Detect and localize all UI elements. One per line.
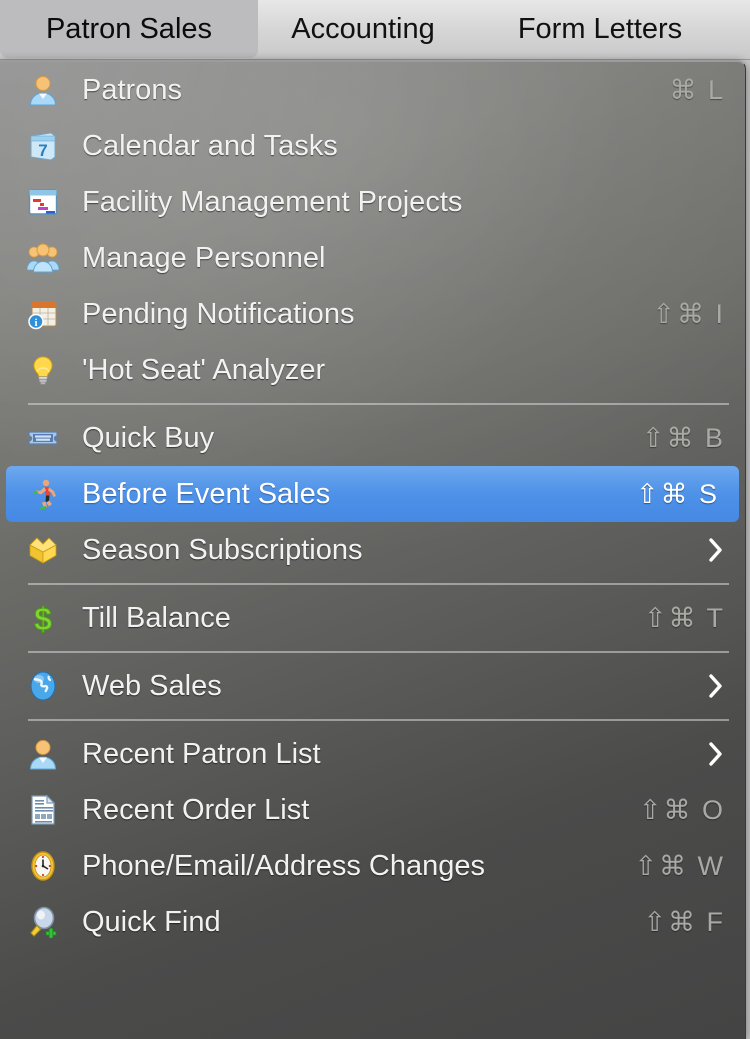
menu-item-list: Patrons ⌘ L 7 Calendar and Tasks Facility… [0,62,745,950]
menu-item-label: Phone/Email/Address Changes [82,849,486,882]
patron-sales-dropdown-menu: Patrons ⌘ L 7 Calendar and Tasks Facility… [0,60,746,1039]
menu-item-shortcut: ⇧⌘ B [641,422,725,453]
menu-separator [0,578,745,590]
menu-item-label: Pending Notifications [82,297,355,330]
menu-item-label: Before Event Sales [82,477,331,510]
menu-item-quick-find[interactable]: Quick Find ⇧⌘ F [0,894,745,950]
menu-item-label: Web Sales [82,669,222,702]
chevron-right-icon [707,671,725,701]
lightbulb-icon [26,353,60,387]
menu-item-recent-patron-list[interactable]: Recent Patron List [0,726,745,782]
clock-icon [26,849,60,883]
svg-text:$: $ [34,602,52,634]
person-icon [26,73,60,107]
menu-item-season-subscriptions[interactable]: Season Subscriptions [0,522,745,578]
menu-item-label: Manage Personnel [82,241,326,274]
chevron-right-icon [707,739,725,769]
menu-item-label: Recent Order List [82,793,310,826]
menu-item-shortcut: ⌘ L [669,74,725,105]
menu-item-facility-management-projects[interactable]: Facility Management Projects [0,174,745,230]
gantt-chart-icon [26,185,60,219]
chevron-right-icon [707,535,725,565]
menu-item-before-event-sales[interactable]: Before Event Sales ⇧⌘ S [6,466,739,522]
menu-item-hot-seat-analyzer[interactable]: 'Hot Seat' Analyzer [0,342,745,398]
menubar-item-label: Accounting [291,12,435,45]
menu-separator [0,714,745,726]
menu-separator [0,398,745,410]
menu-item-shortcut: ⇧⌘ O [638,794,725,825]
menu-item-manage-personnel[interactable]: Manage Personnel [0,230,745,286]
menu-item-patrons[interactable]: Patrons ⌘ L [0,62,745,118]
people-group-icon [26,241,60,275]
calendar-info-icon: i [26,297,60,331]
menu-item-label: 'Hot Seat' Analyzer [82,353,326,386]
menu-item-shortcut: ⇧⌘ W [634,850,725,881]
calendar-icon: 7 [26,129,60,163]
magnifier-plus-icon [26,905,60,939]
person-icon [26,737,60,771]
menubar-item-label: Form Letters [517,12,683,45]
menubar-item-accounting[interactable]: Accounting [268,0,458,58]
menu-item-label: Recent Patron List [82,737,321,770]
menu-item-label: Till Balance [82,601,231,634]
document-icon [26,793,60,827]
menu-item-label: Patrons [82,73,182,106]
menu-item-web-sales[interactable]: Web Sales [0,658,745,714]
menu-item-shortcut: ⇧⌘ F [643,906,725,937]
menu-item-label: Quick Buy [82,421,215,454]
menu-item-pending-notifications[interactable]: i Pending Notifications ⇧⌘ I [0,286,745,342]
ticket-icon [26,421,60,455]
menu-item-phone-email-address-changes[interactable]: Phone/Email/Address Changes ⇧⌘ W [0,838,745,894]
dollar-sign-icon: $ [26,601,60,635]
menu-item-shortcut: ⇧⌘ T [643,602,725,633]
svg-text:7: 7 [38,141,47,160]
menu-bar: Patron Sales Accounting Form Letters [0,0,750,60]
menu-item-calendar-and-tasks[interactable]: 7 Calendar and Tasks [0,118,745,174]
menu-item-recent-order-list[interactable]: Recent Order List ⇧⌘ O [0,782,745,838]
menu-item-label: Quick Find [82,905,221,938]
menubar-item-patron-sales[interactable]: Patron Sales [0,0,258,58]
menu-item-label: Season Subscriptions [82,533,363,566]
menubar-item-form-letters[interactable]: Form Letters [490,0,710,58]
menu-item-till-balance[interactable]: $ Till Balance ⇧⌘ T [0,590,745,646]
menu-item-quick-buy[interactable]: Quick Buy ⇧⌘ B [0,410,745,466]
svg-text:i: i [34,317,37,329]
menu-item-label: Calendar and Tasks [82,129,338,162]
gold-box-icon [26,533,60,567]
menubar-item-label: Patron Sales [45,12,213,45]
menu-item-shortcut: ⇧⌘ I [652,298,725,329]
menu-separator [0,646,745,658]
menu-item-shortcut: ⇧⌘ S [635,478,719,509]
globe-icon [26,669,60,703]
menu-item-label: Facility Management Projects [82,185,463,218]
running-person-icon [26,477,60,511]
